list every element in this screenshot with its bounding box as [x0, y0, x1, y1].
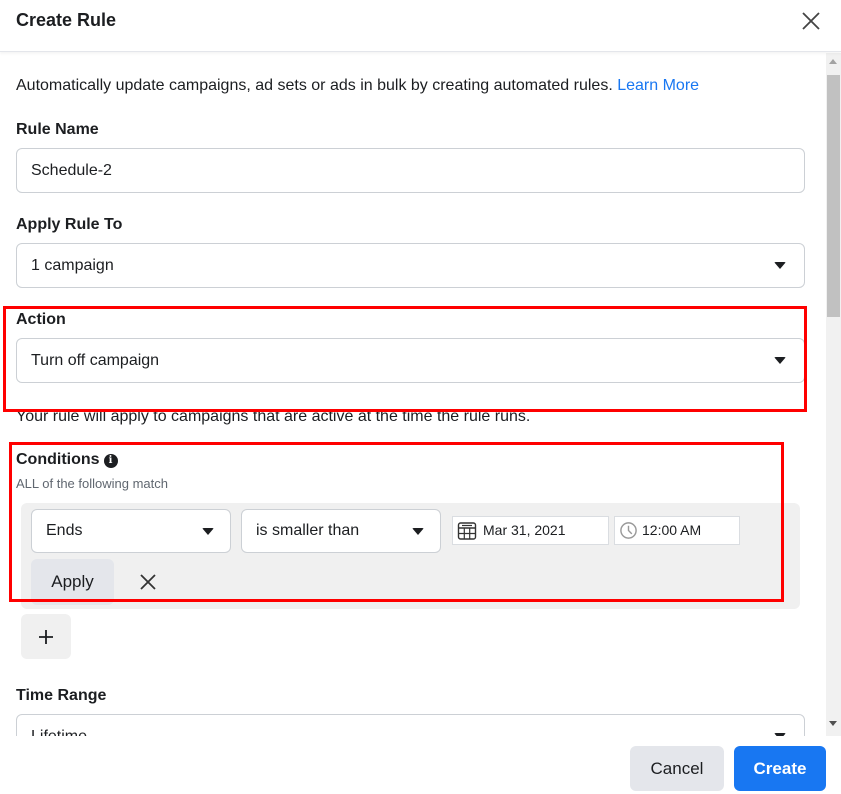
info-icon[interactable]: i	[103, 454, 118, 468]
dialog-title: Create Rule	[16, 10, 117, 30]
condition-time-input[interactable]: 12:00 AM	[614, 516, 740, 545]
apply-rule-to-value: 1 campaign	[31, 257, 114, 274]
intro-text: Automatically update campaigns, ad sets …	[16, 77, 699, 95]
learn-more-link[interactable]: Learn More	[617, 77, 699, 94]
plus-icon	[39, 630, 53, 644]
condition-operator-select[interactable]: is smaller than	[241, 509, 441, 553]
scroll-up-arrow-icon[interactable]	[829, 59, 837, 64]
remove-condition-button[interactable]	[137, 571, 159, 593]
apply-condition-button[interactable]: Apply	[31, 559, 114, 605]
scrollbar-thumb[interactable]	[827, 75, 840, 317]
clock-icon	[620, 522, 637, 539]
action-select[interactable]: Turn off campaign	[16, 338, 805, 383]
conditions-title: Conditions	[16, 451, 100, 468]
time-range-value: Lifetime	[31, 728, 87, 736]
dialog-footer: Cancel Create	[0, 736, 841, 794]
action-note: Your rule will apply to campaigns that a…	[16, 408, 531, 425]
condition-date-input[interactable]: Mar 31, 2021	[452, 516, 609, 545]
close-icon	[802, 12, 820, 30]
condition-operator-value: is smaller than	[256, 522, 360, 539]
dialog-body: Automatically update campaigns, ad sets …	[0, 53, 826, 736]
action-label: Action	[16, 311, 66, 328]
create-button[interactable]: Create	[734, 746, 826, 791]
condition-row: Ends is smaller than Mar 31, 2021 12:00 …	[21, 503, 800, 609]
caret-down-icon	[774, 262, 786, 269]
scroll-down-arrow-icon[interactable]	[829, 721, 837, 726]
rule-name-label: Rule Name	[16, 121, 99, 138]
caret-down-icon	[774, 357, 786, 364]
caret-down-icon	[202, 528, 214, 535]
condition-field-select[interactable]: Ends	[31, 509, 231, 553]
apply-rule-to-label: Apply Rule To	[16, 216, 123, 233]
close-button[interactable]	[799, 9, 823, 33]
condition-time-value: 12:00 AM	[642, 522, 702, 538]
condition-date-value: Mar 31, 2021	[483, 522, 566, 538]
calendar-icon	[457, 522, 477, 540]
conditions-label: Conditions i	[16, 451, 118, 469]
time-range-label: Time Range	[16, 687, 107, 704]
intro-description: Automatically update campaigns, ad sets …	[16, 77, 618, 94]
action-value: Turn off campaign	[31, 352, 160, 369]
time-range-select[interactable]: Lifetime	[16, 714, 805, 736]
rule-name-input[interactable]: Schedule-2	[16, 148, 805, 193]
apply-rule-to-select[interactable]: 1 campaign	[16, 243, 805, 288]
scrollbar[interactable]	[826, 53, 841, 736]
cancel-button[interactable]: Cancel	[630, 746, 724, 791]
caret-down-icon	[412, 528, 424, 535]
dialog-header: Create Rule	[0, 0, 841, 52]
conditions-subtitle: ALL of the following match	[16, 476, 168, 491]
close-icon	[140, 574, 156, 590]
condition-field-value: Ends	[46, 522, 83, 539]
add-condition-button[interactable]	[21, 614, 71, 659]
